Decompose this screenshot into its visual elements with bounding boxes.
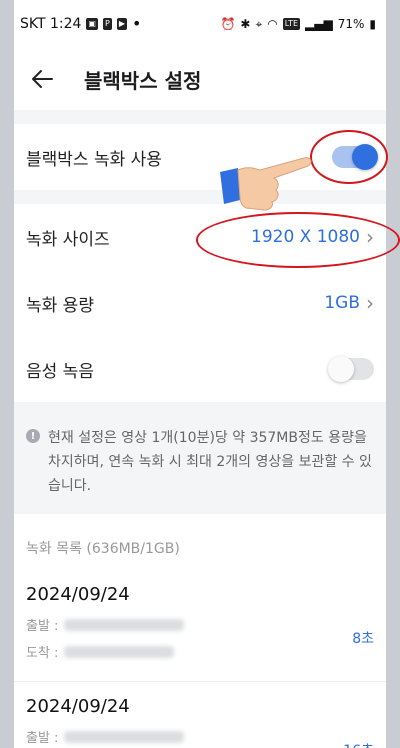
battery-icon: ▮ bbox=[369, 17, 376, 31]
info-text: 현재 설정은 영상 1개(10분)당 약 357MB정도 용량을 차지하며, 연… bbox=[48, 430, 372, 494]
record-capacity-label: 녹화 용량 bbox=[26, 295, 94, 316]
phone-screen: SKT 1:24 ▣ P ▶ • ⏰ ✱ ⌖ ◠ LTE ▂▄▆ 71% ▮ 블… bbox=[14, 0, 386, 748]
location-icon: ⌖ bbox=[255, 16, 263, 31]
info-icon: ! bbox=[26, 429, 40, 443]
audio-recording-label: 음성 녹음 bbox=[26, 361, 94, 382]
toggle-knob bbox=[352, 144, 378, 170]
chevron-right-icon: › bbox=[366, 225, 374, 249]
list-item[interactable]: 2024/09/24 출발 : 16초 bbox=[14, 682, 386, 748]
recording-duration: 16초 bbox=[343, 740, 374, 748]
record-size-label: 녹화 사이즈 bbox=[26, 229, 110, 250]
status-bar: SKT 1:24 ▣ P ▶ • ⏰ ✱ ⌖ ◠ LTE ▂▄▆ 71% ▮ bbox=[14, 0, 386, 48]
page-title: 블랙박스 설정 bbox=[84, 68, 202, 93]
audio-recording-row[interactable]: 음성 녹음 bbox=[14, 336, 386, 402]
youtube-icon: ▶ bbox=[116, 18, 127, 30]
signal-icon: ▂▄▆ bbox=[305, 17, 333, 31]
back-button[interactable] bbox=[22, 59, 62, 99]
blurred-location bbox=[64, 645, 175, 658]
blurred-location bbox=[64, 730, 185, 743]
end-label: 도착 : bbox=[26, 646, 59, 661]
bluetooth-icon: ✱ bbox=[240, 17, 251, 31]
carrier-time: SKT 1:24 bbox=[20, 16, 82, 32]
pointing-hand-icon bbox=[220, 157, 312, 211]
image-icon: ▣ bbox=[86, 18, 98, 30]
recording-duration: 8초 bbox=[352, 631, 374, 647]
blurred-location bbox=[64, 618, 185, 631]
recordings-header: 녹화 목록 (636MB/1GB) bbox=[26, 541, 180, 557]
recording-date: 2024/09/24 bbox=[26, 696, 130, 717]
alarm-icon: ⏰ bbox=[220, 17, 236, 31]
header: 블랙박스 설정 bbox=[14, 48, 386, 110]
record-capacity-value: 1GB bbox=[324, 293, 360, 313]
list-item[interactable]: 2024/09/24 출발 : 도착 : 8초 bbox=[14, 570, 386, 682]
info-notice: ! 현재 설정은 영상 1개(10분)당 약 357MB정도 용량을 차지하며,… bbox=[14, 402, 386, 514]
battery-text: 71% bbox=[337, 17, 365, 31]
record-size-row[interactable]: 녹화 사이즈 1920 X 1080 › bbox=[14, 204, 386, 270]
back-arrow-icon bbox=[32, 70, 53, 88]
recording-date: 2024/09/24 bbox=[26, 584, 130, 605]
recording-enabled-row[interactable]: 블랙박스 녹화 사용 bbox=[14, 124, 386, 190]
recording-enabled-label: 블랙박스 녹화 사용 bbox=[26, 149, 162, 170]
start-label: 출발 : bbox=[26, 619, 59, 634]
recording-toggle-section: 블랙박스 녹화 사용 bbox=[14, 124, 386, 190]
recording-options-section: 녹화 사이즈 1920 X 1080 › 녹화 용량 1GB › 음성 녹음 bbox=[14, 204, 386, 402]
recording-enabled-toggle[interactable] bbox=[332, 144, 378, 170]
record-capacity-row[interactable]: 녹화 용량 1GB › bbox=[14, 270, 386, 336]
toggle-knob bbox=[328, 356, 354, 382]
record-size-value: 1920 X 1080 bbox=[251, 227, 360, 247]
network-badge: LTE bbox=[282, 18, 301, 30]
recordings-list: 녹화 목록 (636MB/1GB) 2024/09/24 출발 : 도착 : 8… bbox=[14, 514, 386, 748]
audio-recording-toggle[interactable] bbox=[328, 356, 374, 382]
pass-icon: P bbox=[102, 18, 112, 30]
start-label: 출발 : bbox=[26, 731, 59, 746]
wifi-icon: ◠ bbox=[267, 17, 278, 31]
dot-icon: • bbox=[131, 14, 142, 33]
chevron-right-icon: › bbox=[366, 291, 374, 315]
